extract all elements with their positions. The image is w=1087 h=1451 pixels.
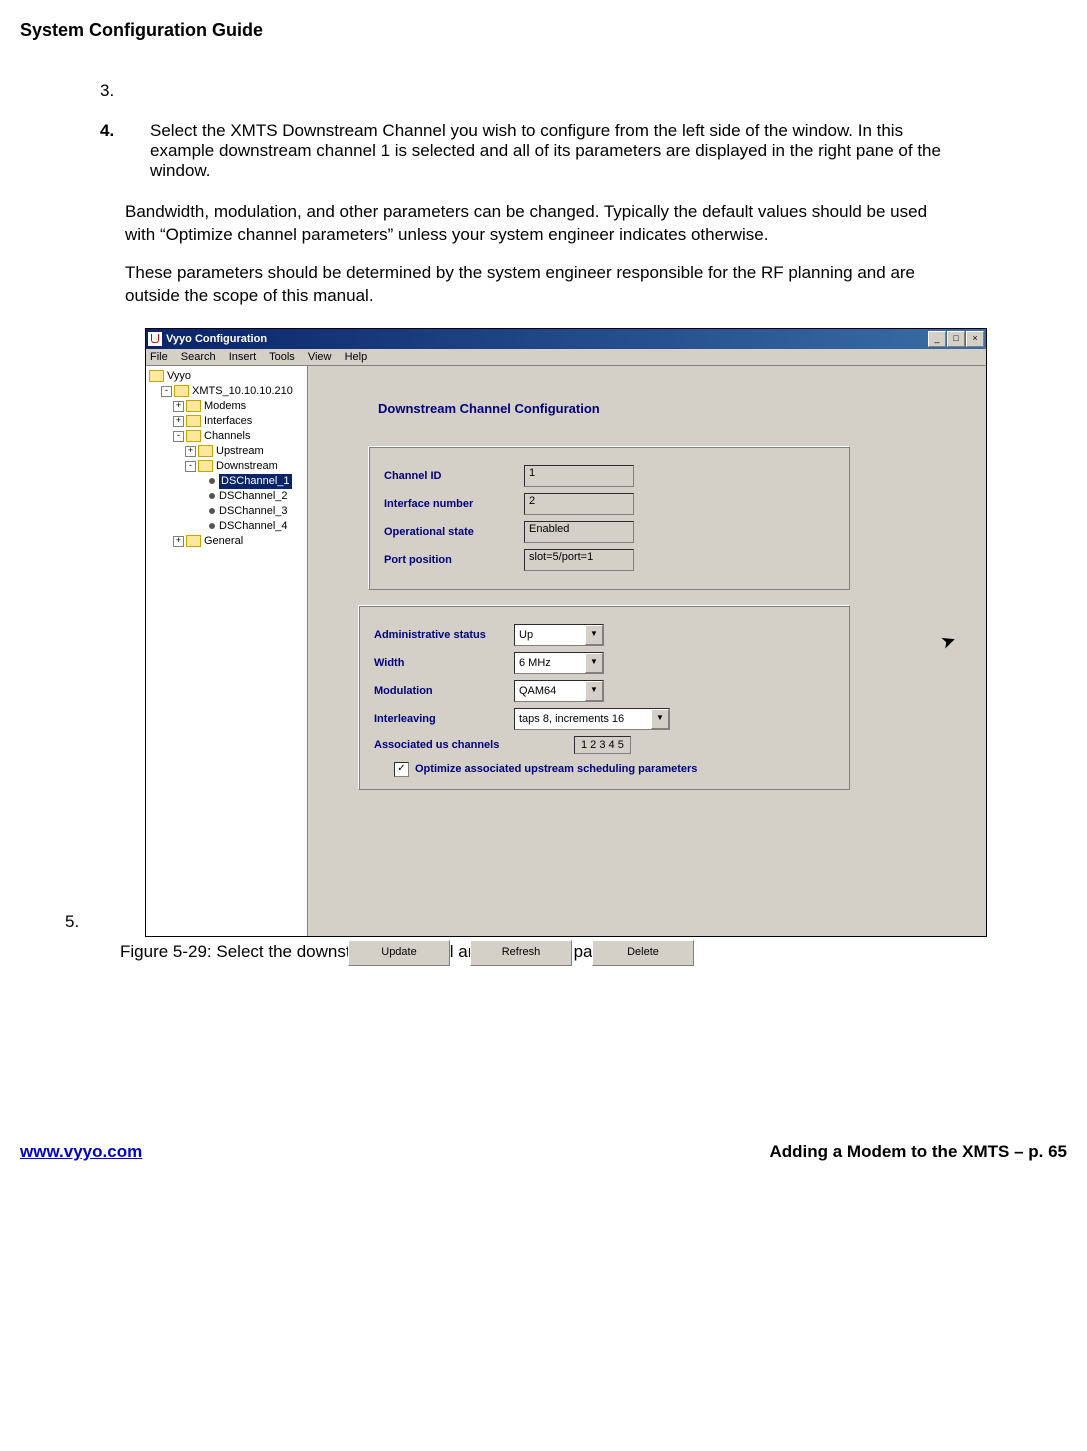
- maximize-button[interactable]: □: [947, 331, 965, 347]
- collapse-icon[interactable]: -: [161, 386, 172, 397]
- value-port-pos: slot=5/port=1: [524, 549, 634, 571]
- list-number-3: 3.: [100, 81, 150, 101]
- footer-page: Adding a Modem to the XMTS – p. 65: [769, 1142, 1067, 1162]
- label-channel-id: Channel ID: [384, 470, 524, 482]
- menubar: File Search Insert Tools View Help: [146, 349, 986, 366]
- window-titlebar: Vyyo Configuration _ □ ×: [146, 329, 986, 349]
- delete-button[interactable]: Delete: [592, 940, 694, 966]
- chevron-down-icon[interactable]: ▼: [585, 653, 603, 673]
- menu-insert[interactable]: Insert: [229, 351, 257, 363]
- refresh-button[interactable]: Refresh: [470, 940, 572, 966]
- menu-view[interactable]: View: [308, 351, 332, 363]
- label-op-state: Operational state: [384, 526, 524, 538]
- value-op-state: Enabled: [524, 521, 634, 543]
- paragraph-engineer: These parameters should be determined by…: [125, 262, 947, 308]
- combo-admin-status[interactable]: Up▼: [514, 624, 604, 646]
- combo-width[interactable]: 6 MHz▼: [514, 652, 604, 674]
- minimize-button[interactable]: _: [928, 331, 946, 347]
- collapse-icon[interactable]: -: [185, 461, 196, 472]
- folder-icon: [149, 370, 164, 382]
- value-iface-num: 2: [524, 493, 634, 515]
- tree-ds1[interactable]: DSChannel_1: [149, 474, 304, 489]
- tree-channels[interactable]: -Channels: [149, 429, 304, 444]
- expand-icon[interactable]: +: [173, 401, 184, 412]
- tree-modems[interactable]: +Modems: [149, 399, 304, 414]
- tree-downstream[interactable]: -Downstream: [149, 459, 304, 474]
- bullet-icon: [209, 493, 215, 499]
- label-interleaving: Interleaving: [374, 713, 514, 725]
- editable-group: Administrative status Up▼ Width 6 MHz▼ M…: [358, 605, 850, 790]
- list-number-4: 4.: [100, 121, 150, 181]
- tree-xmts[interactable]: -XMTS_10.10.10.210: [149, 384, 304, 399]
- menu-file[interactable]: File: [150, 351, 168, 363]
- tree-root[interactable]: Vyyo: [149, 369, 304, 384]
- tree-ds2[interactable]: DSChannel_2: [149, 489, 304, 504]
- expand-icon[interactable]: +: [173, 416, 184, 427]
- folder-icon: [186, 415, 201, 427]
- chevron-down-icon[interactable]: ▼: [585, 681, 603, 701]
- update-button[interactable]: Update: [348, 940, 450, 966]
- value-channel-id: 1: [524, 465, 634, 487]
- label-assoc-us: Associated us channels: [374, 739, 544, 751]
- combo-modulation[interactable]: QAM64▼: [514, 680, 604, 702]
- label-optimize: Optimize associated upstream scheduling …: [415, 763, 697, 775]
- label-width: Width: [374, 657, 514, 669]
- label-iface-num: Interface number: [384, 498, 524, 510]
- bullet-icon: [209, 478, 215, 484]
- java-icon: [148, 332, 162, 346]
- content-block: 3. 4. Select the XMTS Downstream Channel…: [100, 81, 947, 308]
- folder-icon: [186, 535, 201, 547]
- folder-icon: [198, 445, 213, 457]
- main-pane: Downstream Channel Configuration Channel…: [308, 366, 986, 936]
- tree-general[interactable]: +General: [149, 534, 304, 549]
- tree-interfaces[interactable]: +Interfaces: [149, 414, 304, 429]
- label-modulation: Modulation: [374, 685, 514, 697]
- cursor-icon: ➤: [938, 629, 959, 654]
- chevron-down-icon[interactable]: ▼: [651, 709, 669, 729]
- bullet-icon: [209, 508, 215, 514]
- expand-icon[interactable]: +: [185, 446, 196, 457]
- bullet-icon: [209, 523, 215, 529]
- value-assoc-us: 1 2 3 4 5: [574, 736, 631, 754]
- collapse-icon[interactable]: -: [173, 431, 184, 442]
- expand-icon[interactable]: +: [173, 536, 184, 547]
- menu-tools[interactable]: Tools: [269, 351, 295, 363]
- tree-ds4[interactable]: DSChannel_4: [149, 519, 304, 534]
- tree-ds3[interactable]: DSChannel_3: [149, 504, 304, 519]
- list-text-4: Select the XMTS Downstream Channel you w…: [150, 121, 947, 181]
- nav-tree: Vyyo -XMTS_10.10.10.210 +Modems +Interfa…: [146, 366, 308, 936]
- pane-title: Downstream Channel Configuration: [378, 401, 956, 416]
- paragraph-bandwidth: Bandwidth, modulation, and other paramet…: [125, 201, 947, 247]
- close-button[interactable]: ×: [966, 331, 984, 347]
- menu-help[interactable]: Help: [345, 351, 368, 363]
- doc-title: System Configuration Guide: [20, 20, 1067, 41]
- footer-url[interactable]: www.vyyo.com: [20, 1142, 142, 1162]
- app-window: Vyyo Configuration _ □ × File Search Ins…: [145, 328, 987, 937]
- list-text-3: [150, 81, 947, 101]
- folder-icon: [186, 430, 201, 442]
- window-title: Vyyo Configuration: [166, 333, 928, 345]
- folder-icon: [198, 460, 213, 472]
- label-admin-status: Administrative status: [374, 629, 514, 641]
- checkbox-optimize[interactable]: ✓: [394, 762, 409, 777]
- list-number-5: 5.: [20, 912, 145, 937]
- folder-icon: [186, 400, 201, 412]
- tree-upstream[interactable]: +Upstream: [149, 444, 304, 459]
- chevron-down-icon[interactable]: ▼: [585, 625, 603, 645]
- folder-icon: [174, 385, 189, 397]
- label-port-pos: Port position: [384, 554, 524, 566]
- menu-search[interactable]: Search: [181, 351, 216, 363]
- readonly-group: Channel ID 1 Interface number 2 Operatio…: [368, 446, 850, 590]
- combo-interleaving[interactable]: taps 8, increments 16▼: [514, 708, 670, 730]
